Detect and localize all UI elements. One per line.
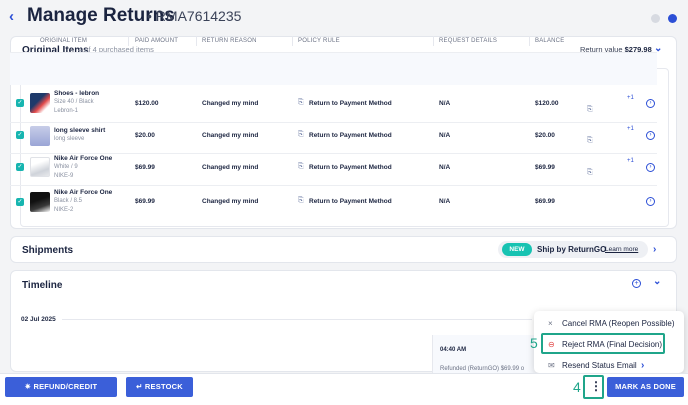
add-note-icon[interactable]: + xyxy=(632,279,641,288)
learn-more-link[interactable]: Learn more xyxy=(605,246,638,253)
product-image xyxy=(30,93,50,113)
policy-rule: Return to Payment Method xyxy=(309,164,392,171)
checkbox-checked-icon[interactable]: ✓ xyxy=(16,163,24,171)
close-icon: × xyxy=(548,319,553,328)
column-divider xyxy=(292,36,293,46)
refund-label: REFUND/CREDIT xyxy=(33,382,98,391)
table-row[interactable] xyxy=(10,52,657,85)
annotation-step-5: 5 xyxy=(530,335,538,351)
status-dot-icon xyxy=(651,14,660,23)
product-image xyxy=(30,126,50,146)
column-divider xyxy=(433,36,434,46)
product-variant: Black / 8.5 xyxy=(54,198,83,204)
request-details: N/A xyxy=(439,164,451,171)
rma-number: • RMA7614235 xyxy=(147,8,242,24)
policy-rule: Return to Payment Method xyxy=(309,198,392,205)
refund-credit-button[interactable]: ✷ REFUND/CREDIT xyxy=(5,377,117,397)
extra-count-badge: +1 xyxy=(627,95,634,101)
extra-count-badge: +1 xyxy=(627,158,634,164)
highlight-box xyxy=(541,333,665,354)
paid-amount: $20.00 xyxy=(135,132,155,139)
product-sku: NIKE-9 xyxy=(54,173,74,179)
checkbox-checked-icon[interactable]: ✓ xyxy=(16,198,24,206)
annotation-step-4: 4 xyxy=(573,379,581,395)
column-divider xyxy=(196,36,197,46)
shipments-title: Shipments xyxy=(22,245,74,256)
restock-button[interactable]: ↵ RESTOCK xyxy=(126,377,193,397)
timeline-event-text: Refunded (ReturnGO) $69.99 o xyxy=(440,366,525,372)
mark-as-done-button[interactable]: MARK AS DONE xyxy=(607,377,684,397)
more-options-icon[interactable]: ⋮ xyxy=(590,379,602,393)
request-details: N/A xyxy=(439,198,451,205)
policy-rule: Return to Payment Method xyxy=(309,132,392,139)
col-original-item: ORIGINAL ITEM xyxy=(40,38,88,44)
checkbox-checked-icon[interactable]: ✓ xyxy=(16,131,24,139)
back-arrow-icon[interactable]: ‹ xyxy=(9,8,14,25)
policy-icon: ⎘ xyxy=(298,163,304,170)
policy-icon: ⎘ xyxy=(298,197,304,204)
product-name: Nike Air Force One xyxy=(54,189,113,196)
policy-icon: ⎘ xyxy=(298,131,304,138)
col-balance: BALANCE xyxy=(535,38,565,44)
product-image xyxy=(30,157,50,177)
timeline-date: 02 Jul 2025 xyxy=(21,316,56,323)
product-sku: NIKE-2 xyxy=(54,207,74,213)
email-icon: ✉ xyxy=(548,361,555,370)
request-details: N/A xyxy=(439,132,451,139)
col-policy-rule: POLICY RULE xyxy=(298,38,340,44)
exchange-icon[interactable]: ⎘ xyxy=(587,169,593,177)
product-sku: Lebron-1 xyxy=(54,108,79,114)
menu-item-cancel-rma[interactable]: Cancel RMA (Reopen Possible) xyxy=(562,319,675,328)
col-request-details: REQUEST DETAILS xyxy=(439,38,498,44)
col-return-reason: RETURN REASON xyxy=(202,38,257,44)
notification-badge[interactable] xyxy=(668,14,677,23)
page-header: ‹ Manage Returns • RMA7614235 xyxy=(0,0,688,34)
restock-icon: ↵ xyxy=(136,382,145,391)
return-reason: Changed my mind xyxy=(202,198,259,205)
extra-count-badge: +1 xyxy=(627,126,634,132)
ship-promo-text: Ship by ReturnGO xyxy=(537,245,607,254)
product-variant: White / 9 xyxy=(54,164,78,170)
restock-label: RESTOCK xyxy=(144,382,183,391)
column-divider xyxy=(529,36,530,46)
column-divider xyxy=(128,36,129,46)
row-expand-chevron-icon[interactable]: › xyxy=(646,163,655,172)
paid-amount: $120.00 xyxy=(135,100,159,107)
paid-amount: $69.99 xyxy=(135,198,155,205)
return-reason: Changed my mind xyxy=(202,164,259,171)
row-expand-chevron-icon[interactable]: › xyxy=(646,197,655,206)
exchange-icon[interactable]: ⎘ xyxy=(587,137,593,145)
policy-rule: Return to Payment Method xyxy=(309,100,392,107)
return-reason: Changed my mind xyxy=(202,100,259,107)
product-name: Shoes - lebron xyxy=(54,90,100,97)
row-expand-chevron-icon[interactable]: › xyxy=(646,99,655,108)
exchange-icon[interactable]: ⎘ xyxy=(587,106,593,114)
product-variant: long sleeve xyxy=(54,136,85,142)
menu-item-resend-email[interactable]: Resend Status Email xyxy=(562,361,637,370)
timeline-collapse-icon[interactable]: ⌄ xyxy=(653,276,661,287)
timeline-title: Timeline xyxy=(22,280,63,291)
timeline-divider xyxy=(62,319,532,320)
request-details: N/A xyxy=(439,100,451,107)
policy-icon: ⎘ xyxy=(298,99,304,106)
product-variant: Size 40 / Black xyxy=(54,99,94,105)
paid-amount: $69.99 xyxy=(135,164,155,171)
timeline-event-time: 04:40 AM xyxy=(440,347,467,353)
product-image xyxy=(30,192,50,212)
col-paid-amount: PAID AMOUNT xyxy=(135,38,179,44)
product-name: Nike Air Force One xyxy=(54,155,113,162)
balance: $69.99 xyxy=(535,164,555,171)
checkbox-checked-icon[interactable]: ✓ xyxy=(16,99,24,107)
balance: $120.00 xyxy=(535,100,559,107)
product-name: long sleeve shirt xyxy=(54,127,106,134)
balance: $20.00 xyxy=(535,132,555,139)
return-reason: Changed my mind xyxy=(202,132,259,139)
row-expand-chevron-icon[interactable]: › xyxy=(646,131,655,140)
new-badge: NEW xyxy=(502,243,532,256)
shipments-chevron-icon[interactable]: › xyxy=(653,244,656,255)
submenu-chevron-icon: › xyxy=(641,360,645,371)
balance: $69.99 xyxy=(535,198,555,205)
